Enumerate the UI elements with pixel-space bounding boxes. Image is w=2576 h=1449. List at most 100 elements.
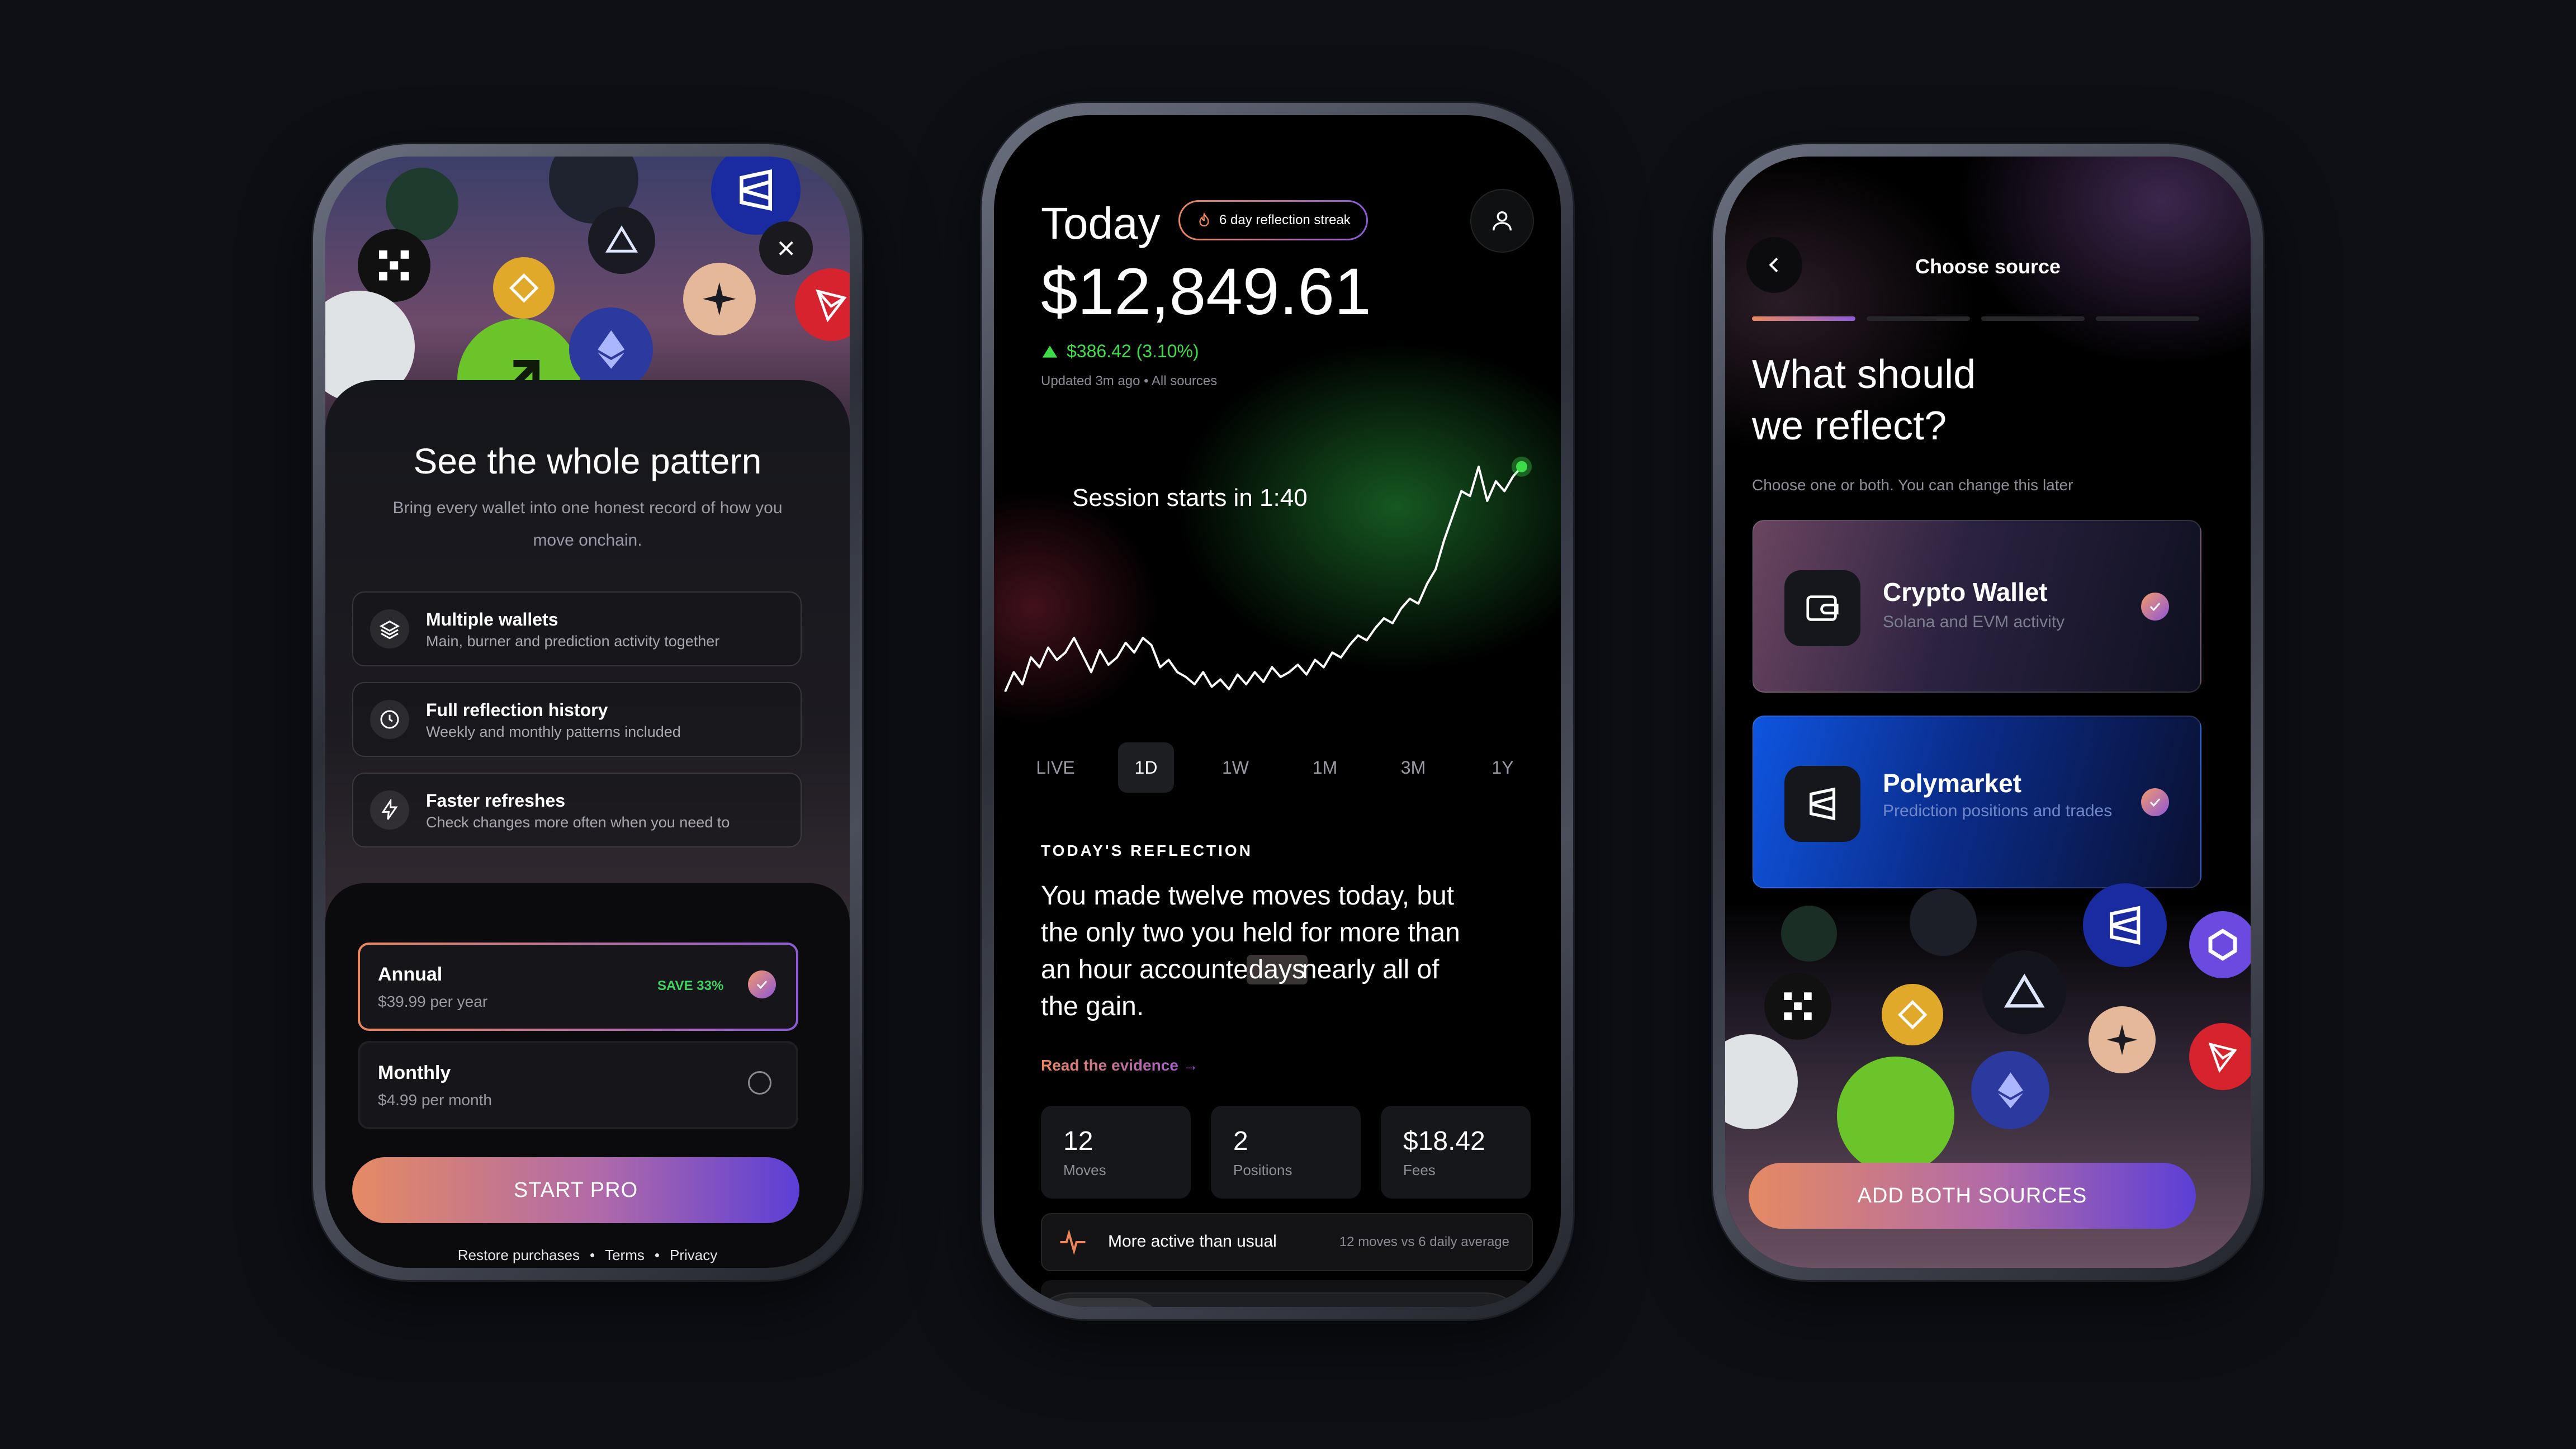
paywall-subtitle-line1: Bring every wallet into one honest recor… — [392, 499, 783, 517]
today-screen: Today 6 day reflection streak $12,849.61… — [994, 115, 1561, 1307]
reflection-line: the only two you held for more than — [1041, 918, 1460, 948]
plan-annual[interactable]: Annual $39.99 per year SAVE 33% — [358, 943, 798, 1031]
updated-label: Updated 3m ago • All sources — [1041, 373, 1218, 389]
plan-name: Annual — [378, 964, 443, 985]
stat-fees: $18.42 Fees — [1381, 1106, 1531, 1199]
step-inactive — [1867, 316, 1970, 321]
solana-coin-icon — [1781, 906, 1837, 962]
tab-live[interactable]: LIVE — [1027, 742, 1083, 793]
phone-paywall: See the whole pattern Bring every wallet… — [313, 144, 862, 1280]
paywall-subtitle-line2: move onchain. — [533, 531, 642, 550]
option-crypto-wallet[interactable]: Crypto Wallet Solana and EVM activity — [1752, 520, 2201, 693]
stat-label: Fees — [1403, 1162, 1436, 1178]
activity-detail: 12 moves vs 6 daily average — [1339, 1234, 1509, 1249]
timeframe-selector: LIVE 1D 1W 1M 3M 1Y — [1027, 742, 1531, 793]
stat-value: $18.42 — [1403, 1126, 1485, 1156]
user-icon — [1492, 211, 1512, 231]
layers-icon — [370, 609, 409, 648]
reflection-fragment: nearly all of — [1302, 955, 1439, 984]
streak-badge[interactable]: 6 day reflection streak — [1178, 200, 1368, 240]
dark-coin-icon — [1910, 889, 1977, 956]
activity-title: More active than usual — [1108, 1232, 1277, 1251]
flame-icon — [1199, 212, 1209, 227]
reflection-line: the gain. — [1041, 992, 1144, 1021]
change-row: $386.42 (3.10%) — [1041, 341, 1199, 362]
tab-1d[interactable]: 1D — [1118, 742, 1174, 793]
reflection-heading: TODAY'S REFLECTION — [1041, 842, 1253, 859]
balance: $12,849.61 — [1041, 255, 1371, 329]
option-polymarket[interactable]: Polymarket Prediction positions and trad… — [1752, 716, 2201, 888]
feature-faster-refreshes: Faster refreshes Check changes more ofte… — [352, 773, 802, 847]
clock-icon — [370, 700, 409, 739]
purple-coin-icon — [2189, 911, 2251, 978]
bnb-coin-icon — [1882, 984, 1943, 1045]
bnb-coin-icon — [493, 257, 555, 319]
screen-header: Choose source — [1915, 255, 2061, 278]
plans-panel: Annual $39.99 per year SAVE 33% Monthly … — [325, 883, 850, 1268]
privacy-link[interactable]: Privacy — [670, 1247, 717, 1264]
pill-coin-icon — [1725, 1034, 1798, 1129]
ethereum-coin-icon — [569, 307, 653, 391]
question-line: we reflect? — [1752, 404, 1947, 448]
step-inactive — [2096, 316, 2199, 321]
separator: • — [589, 1247, 595, 1263]
profile-button[interactable] — [1470, 189, 1534, 253]
phone-today: Today 6 day reflection streak $12,849.61… — [982, 103, 1573, 1319]
nav-target[interactable] — [1291, 1298, 1381, 1307]
feature-title: Multiple wallets — [426, 609, 558, 629]
tab-1y[interactable]: 1Y — [1475, 742, 1531, 793]
stat-value: 2 — [1233, 1126, 1248, 1156]
option-desc: Prediction positions and trades — [1883, 802, 2113, 820]
terms-link[interactable]: Terms — [605, 1247, 645, 1264]
option-title: Crypto Wallet — [1883, 577, 2048, 607]
restore-purchases-link[interactable]: Restore purchases — [458, 1247, 580, 1264]
ethereum-coin-icon — [1971, 1051, 2049, 1129]
add-both-sources-button[interactable]: ADD BOTH SOURCES — [1749, 1163, 2196, 1229]
nav-bolt[interactable] — [1033, 1298, 1167, 1307]
reflection-line: an hour accounteddaysnearly all of — [1041, 951, 1533, 988]
tab-3m[interactable]: 3M — [1385, 742, 1441, 793]
stat-moves: 12 Moves — [1041, 1106, 1191, 1199]
feature-desc: Weekly and monthly patterns included — [426, 723, 681, 740]
read-evidence-link[interactable]: Read the evidence → — [1041, 1057, 1199, 1074]
nav-more[interactable] — [1409, 1298, 1498, 1307]
step-active — [1752, 316, 1855, 321]
tron-coin-icon — [2189, 1023, 2251, 1090]
tron-coin-icon — [795, 268, 850, 341]
nav-history[interactable] — [1174, 1298, 1263, 1307]
bolt-icon — [370, 790, 409, 830]
last-point — [1516, 461, 1527, 472]
option-desc: Solana and EVM activity — [1883, 613, 2065, 631]
stats-row: 12 Moves 2 Positions $18.42 Fees — [1041, 1106, 1533, 1199]
close-icon — [779, 241, 793, 255]
stat-positions: 2 Positions — [1211, 1106, 1361, 1199]
feature-title: Full reflection history — [426, 700, 608, 720]
stat-label: Moves — [1063, 1162, 1106, 1178]
tab-1m[interactable]: 1M — [1297, 742, 1353, 793]
session-label: Session starts in 1:40 — [1072, 484, 1308, 512]
reflection-text: You made twelve moves today, but the onl… — [1041, 878, 1533, 1025]
paywall-sheet: See the whole pattern Bring every wallet… — [325, 380, 850, 1268]
feature-desc: Check changes more often when you need t… — [426, 814, 730, 831]
plan-monthly[interactable]: Monthly $4.99 per month — [358, 1041, 798, 1129]
separator: • — [654, 1247, 660, 1263]
tab-1w[interactable]: 1W — [1208, 742, 1263, 793]
radio-empty-icon — [748, 1071, 771, 1095]
start-pro-button[interactable]: START PRO — [352, 1157, 799, 1223]
reflection-line: You made twelve moves today, but — [1041, 881, 1455, 911]
paywall-footer: Restore purchases • Terms • Privacy — [325, 1247, 850, 1264]
highlight-days[interactable]: days — [1246, 955, 1308, 984]
close-button[interactable] — [759, 221, 813, 275]
question-title: What should we reflect? — [1752, 349, 1976, 452]
okx-coin-icon — [358, 229, 430, 302]
green-coin-icon — [1837, 1057, 1954, 1174]
pulse-icon — [1060, 1229, 1086, 1256]
activity-card[interactable]: More active than usual 12 moves vs 6 dai… — [1041, 1213, 1533, 1271]
selected-check-icon — [2141, 788, 2169, 816]
plan-name: Monthly — [378, 1062, 451, 1083]
stat-value: 12 — [1063, 1126, 1093, 1156]
reflection-fragment: an hour accounted — [1041, 955, 1263, 984]
up-triangle-icon — [1042, 345, 1058, 358]
selected-check-icon — [748, 970, 776, 998]
bottom-nav — [1027, 1292, 1530, 1307]
